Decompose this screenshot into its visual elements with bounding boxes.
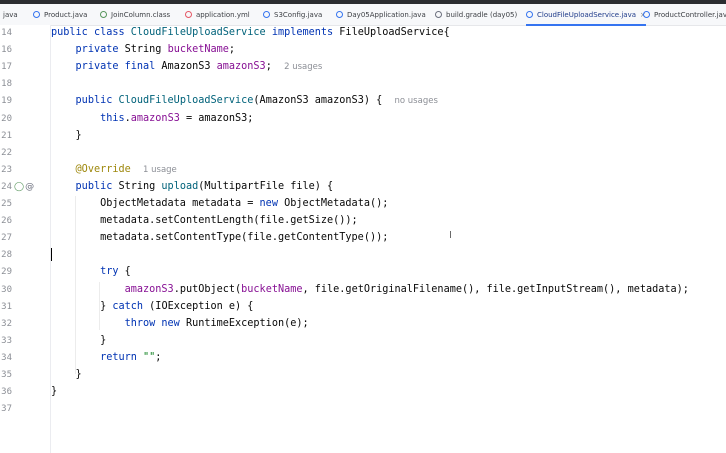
code-line: 22 <box>0 145 726 162</box>
implements-marker-icon[interactable]: ◯ <box>14 182 24 192</box>
code-text[interactable]: public String upload(MultipartFile file)… <box>51 181 334 192</box>
tab-build-gradle-day05[interactable]: build.gradle (day05) <box>435 4 517 25</box>
code-text[interactable]: try { <box>51 266 131 277</box>
ibeam-cursor-icon: I <box>449 230 452 241</box>
code-line: 35 } <box>0 367 726 384</box>
line-number: 14 <box>1 28 12 38</box>
code-line: 23 @Override 1 usage <box>0 162 726 179</box>
tab-day05application-java[interactable]: Day05Application.java <box>336 4 426 25</box>
code-line: 21 } <box>0 128 726 145</box>
line-number: 23 <box>1 164 12 175</box>
tab-joincolumn-class[interactable]: JoinColumn.class <box>100 4 170 25</box>
line-number: 17 <box>1 62 12 73</box>
file-type-icon <box>336 11 343 18</box>
tab-label: ProductController.java <box>654 10 726 19</box>
line-number: 25 <box>1 199 12 209</box>
tab-label: S3Config.java <box>274 10 323 19</box>
tab-label: application.yml <box>196 10 250 19</box>
code-line: 33 } <box>0 333 726 350</box>
code-text[interactable]: } <box>51 130 82 141</box>
code-text[interactable]: public CloudFileUploadService(AmazonS3 a… <box>51 95 438 106</box>
file-type-icon <box>100 11 107 18</box>
line-number: 16 <box>1 45 12 56</box>
tab-application-yml[interactable]: application.yml <box>185 4 250 25</box>
code-line: 24 public String upload(MultipartFile fi… <box>0 179 726 196</box>
code-line: 18 <box>0 76 726 93</box>
code-text[interactable]: } <box>51 386 57 397</box>
code-text[interactable]: private final AmazonS3 amazonS3; 2 usage… <box>51 61 323 72</box>
file-type-icon <box>643 11 650 18</box>
line-number: 29 <box>1 267 12 278</box>
code-text[interactable]: @Override 1 usage <box>51 164 177 175</box>
tab-product-java[interactable]: Product.java <box>33 4 87 25</box>
code-text[interactable]: } <box>51 335 106 346</box>
code-text[interactable]: } catch (IOException e) { <box>51 301 253 312</box>
line-number: 22 <box>1 147 12 158</box>
code-text[interactable]: return ""; <box>51 352 161 363</box>
line-number: 21 <box>1 130 12 141</box>
indent-guide <box>99 316 100 330</box>
code-text[interactable]: ObjectMetadata metadata = new ObjectMeta… <box>51 198 388 209</box>
line-number: 26 <box>1 216 12 227</box>
code-text[interactable]: throw new RuntimeException(e); <box>51 318 309 329</box>
code-line: 28 <box>0 247 726 264</box>
code-line: 20 this.amazonS3 = amazonS3; <box>0 111 726 128</box>
code-line: 29 try { <box>0 264 726 281</box>
code-text[interactable]: public class CloudFileUploadService impl… <box>51 27 450 38</box>
code-line: 17 private final AmazonS3 amazonS3; 2 us… <box>0 59 726 76</box>
code-line: 34 return ""; <box>0 350 726 367</box>
line-number: 19 <box>1 96 12 107</box>
code-line: 26 metadata.setContentLength(file.getSiz… <box>0 213 726 230</box>
gutter-markers: ◯@ <box>14 182 34 192</box>
tab-label: CloudFileUploadService.java <box>537 10 636 19</box>
code-text[interactable]: amazonS3.putObject(bucketName, file.getO… <box>51 284 689 295</box>
code-text[interactable]: metadata.setContentLength(file.getSize()… <box>51 215 358 226</box>
editor-tab-bar: java Product.java JoinColumn.class applicat… <box>0 4 726 26</box>
file-type-icon <box>185 11 192 18</box>
tab-label: Product.java <box>44 10 88 19</box>
indent-guide <box>75 196 76 374</box>
file-type-icon <box>33 11 40 18</box>
line-number: 31 <box>1 301 12 312</box>
tab-productcontroller-java[interactable]: ProductController.java <box>643 4 726 25</box>
line-number: 18 <box>1 79 12 90</box>
line-number: 27 <box>1 233 12 244</box>
code-text[interactable]: } <box>51 369 82 380</box>
line-number: 33 <box>1 335 12 346</box>
code-text[interactable]: this.amazonS3 = amazonS3; <box>51 113 253 124</box>
tab-label: JoinColumn.class <box>111 10 171 19</box>
override-marker-icon[interactable]: @ <box>25 182 34 192</box>
tab-s3config-java[interactable]: S3Config.java <box>263 4 322 25</box>
line-number: 28 <box>1 250 12 261</box>
code-line: 36} <box>0 384 726 401</box>
line-number: 36 <box>1 387 12 398</box>
code-line: 19 public CloudFileUploadService(AmazonS… <box>0 93 726 110</box>
tab-label: build.gradle (day05) <box>446 10 518 19</box>
code-text[interactable]: metadata.setContentType(file.getContentT… <box>51 232 388 243</box>
code-line: 27 metadata.setContentType(file.getConte… <box>0 230 726 247</box>
tab-label: java <box>3 10 18 19</box>
file-type-icon <box>263 11 270 18</box>
code-line: 32 throw new RuntimeException(e); <box>0 316 726 333</box>
code-line: 25 ObjectMetadata metadata = new ObjectM… <box>0 196 726 213</box>
line-number: 32 <box>1 318 12 329</box>
code-line: 14 public class CloudFileUploadService im… <box>0 25 726 42</box>
code-line: 37 <box>0 401 726 418</box>
file-type-icon <box>526 11 533 18</box>
code-line: 16 private String bucketName; <box>0 42 726 59</box>
file-type-icon <box>435 11 442 18</box>
tab-label: Day05Application.java <box>347 10 426 19</box>
line-number: 20 <box>1 113 12 124</box>
line-number: 35 <box>1 370 12 380</box>
code-text[interactable]: private String bucketName; <box>51 44 236 55</box>
line-number: 34 <box>1 352 12 363</box>
line-number: 24 <box>1 181 12 192</box>
tab-java[interactable]: java <box>3 4 18 25</box>
line-number: 37 <box>1 404 12 415</box>
line-number: 30 <box>1 284 12 295</box>
text-caret <box>51 248 52 261</box>
code-line: 31 } catch (IOException e) { <box>0 299 726 316</box>
tab-cloudfileuploadservice-java[interactable]: CloudFileUploadService.java × <box>526 4 646 26</box>
code-line: 30 amazonS3.putObject(bucketName, file.g… <box>0 282 726 299</box>
